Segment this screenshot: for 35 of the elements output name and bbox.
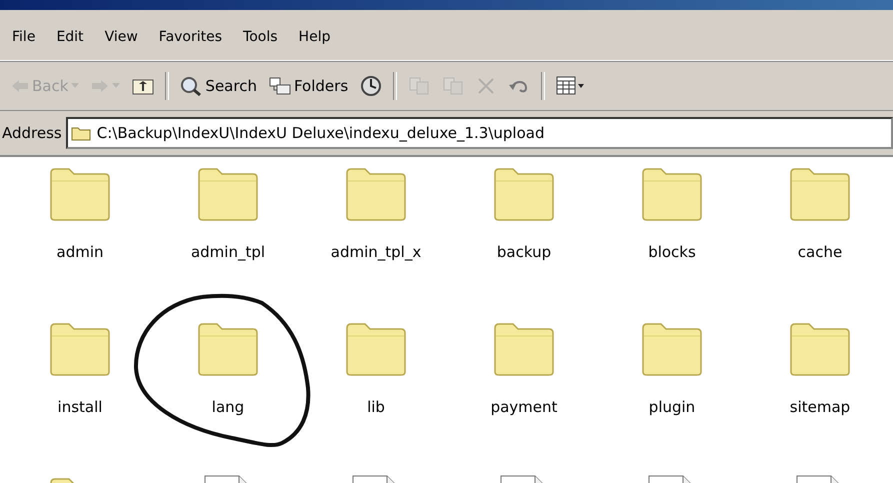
documents-icon	[408, 76, 430, 96]
folder-name[interactable]: admin	[56, 243, 104, 261]
folder-name[interactable]: payment	[490, 398, 558, 416]
dropdown-arrow-icon	[112, 83, 120, 89]
menu-item[interactable]: Tools	[235, 29, 291, 45]
up-folder-icon	[132, 77, 154, 95]
folder-name[interactable]: plugin	[648, 398, 696, 416]
menu-item[interactable]: View	[96, 29, 151, 45]
menu-item[interactable]: File	[4, 29, 48, 45]
clock-icon	[360, 75, 382, 97]
menu-item[interactable]: Edit	[48, 29, 97, 45]
documents-icon	[442, 76, 464, 96]
address-field[interactable]: C:\Backup\IndexU\IndexU Deluxe\indexu_deluxe_1.3\upload	[66, 117, 893, 149]
address-label: Address	[2, 124, 62, 142]
delete-icon	[476, 76, 496, 96]
folder-name[interactable]: backup	[496, 243, 552, 261]
views-icon	[556, 76, 586, 96]
folder-name[interactable]: admin_tpl_x	[330, 243, 422, 261]
menu-item[interactable]: Help	[290, 29, 344, 45]
folder-name[interactable]: sitemap	[790, 398, 850, 416]
folders-icon	[268, 77, 291, 95]
folder-name[interactable]: install	[58, 398, 102, 416]
folder-name[interactable]: blocks	[648, 243, 696, 261]
folder-icon	[70, 125, 91, 141]
back-arrow-icon	[11, 79, 29, 93]
folders-button[interactable]: Folders	[264, 75, 354, 97]
folder-name[interactable]: lib	[367, 398, 385, 416]
menu-item[interactable]: Favorites	[150, 29, 236, 45]
folder-name[interactable]: cache	[798, 243, 842, 261]
folder-name[interactable]: admin_tpl	[190, 243, 266, 261]
search-button[interactable]: Search	[175, 74, 262, 98]
search-icon	[180, 76, 202, 96]
folder-name[interactable]: lang	[212, 398, 244, 416]
dropdown-arrow-icon	[71, 83, 80, 89]
forward-arrow-icon	[91, 79, 110, 93]
